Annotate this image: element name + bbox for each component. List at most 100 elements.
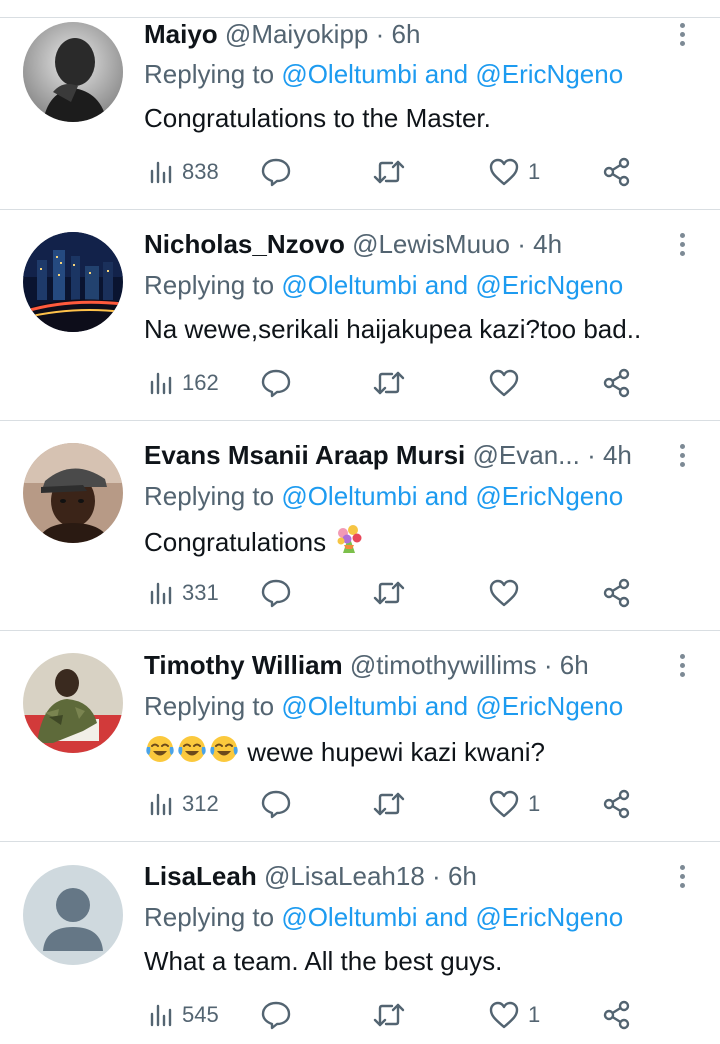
tweet-header: Evans Msanii Araap Mursi @Evan... · 4h — [144, 438, 660, 472]
reply-icon — [261, 579, 291, 608]
author-handle[interactable]: @LisaLeah18 — [264, 861, 425, 891]
retweet-button[interactable] — [372, 363, 406, 403]
views-button[interactable]: 545 — [148, 995, 219, 1035]
more-icon[interactable] — [670, 859, 694, 893]
action-bar: 838 1 — [144, 152, 664, 192]
reply-button[interactable] — [260, 152, 292, 192]
mention-link[interactable]: @Oleltumbi — [281, 902, 417, 932]
tears-of-joy-emoji-icon — [210, 736, 238, 762]
mention-link[interactable]: @EricNgeno — [475, 902, 623, 932]
share-button[interactable] — [602, 573, 632, 613]
author-name[interactable]: Nicholas_Nzovo — [144, 229, 345, 259]
author-name[interactable]: Maiyo — [144, 19, 218, 49]
author-handle[interactable]: @Maiyokipp — [225, 19, 368, 49]
share-button[interactable] — [602, 152, 632, 192]
retweet-button[interactable] — [372, 784, 406, 824]
reply-button[interactable] — [260, 995, 292, 1035]
action-bar: 312 1 — [144, 784, 664, 824]
share-icon — [603, 1000, 630, 1030]
more-icon[interactable] — [670, 227, 694, 261]
reply-tweet[interactable]: Evans Msanii Araap Mursi @Evan... · 4h R… — [0, 421, 720, 631]
author-handle[interactable]: @timothywillims — [350, 650, 537, 680]
author-name[interactable]: LisaLeah — [144, 861, 257, 891]
more-icon[interactable] — [670, 438, 694, 472]
mention-link[interactable]: @Oleltumbi — [281, 59, 417, 89]
avatar[interactable] — [23, 443, 123, 543]
views-button[interactable]: 162 — [148, 363, 219, 403]
mention-link[interactable]: @EricNgeno — [475, 481, 623, 511]
retweet-button[interactable] — [372, 152, 406, 192]
timestamp[interactable]: 4h — [603, 440, 632, 470]
avatar[interactable] — [23, 22, 123, 122]
views-button[interactable]: 838 — [148, 152, 219, 192]
share-button[interactable] — [602, 784, 632, 824]
like-count: 1 — [528, 791, 541, 816]
retweet-icon — [373, 792, 405, 816]
mention-separator: and — [424, 481, 469, 511]
mention-link[interactable]: @Oleltumbi — [281, 270, 417, 300]
author-name[interactable]: Timothy William — [144, 650, 343, 680]
replying-to-label: Replying to — [144, 481, 275, 511]
reply-tweet[interactable]: Maiyo @Maiyokipp · 6h Replying to @Olelt… — [0, 0, 720, 210]
reply-icon — [261, 1001, 291, 1030]
avatar[interactable] — [23, 865, 123, 965]
more-icon[interactable] — [670, 648, 694, 682]
replying-to-label: Replying to — [144, 270, 275, 300]
mention-separator: and — [424, 270, 469, 300]
timestamp[interactable]: 4h — [533, 229, 562, 259]
timestamp[interactable]: 6h — [448, 861, 477, 891]
mention-link[interactable]: @EricNgeno — [475, 270, 623, 300]
separator-dot: · — [375, 19, 385, 49]
reply-button[interactable] — [260, 784, 292, 824]
tears-of-joy-emoji-icon — [178, 736, 206, 762]
reply-tweet[interactable]: LisaLeah @LisaLeah18 · 6h Replying to @O… — [0, 842, 720, 1044]
avatar[interactable] — [23, 232, 123, 332]
share-button[interactable] — [602, 363, 632, 403]
separator-dot: · — [587, 440, 596, 470]
bouquet-emoji-icon — [337, 525, 362, 553]
like-button[interactable]: 1 — [488, 152, 540, 192]
views-button[interactable]: 331 — [148, 573, 219, 613]
tweet-header: Maiyo @Maiyokipp · 6h — [144, 17, 660, 51]
tweet-text: What a team. All the best guys. — [144, 946, 503, 976]
like-button[interactable]: 1 — [488, 784, 540, 824]
views-count: 545 — [182, 1002, 219, 1027]
reply-tweet[interactable]: Timothy William @timothywillims · 6h Rep… — [0, 631, 720, 842]
reply-icon — [261, 369, 291, 398]
views-count: 312 — [182, 791, 219, 816]
tweet-header: Timothy William @timothywillims · 6h — [144, 648, 660, 682]
like-button[interactable] — [488, 363, 528, 403]
like-icon — [489, 579, 519, 607]
mention-link[interactable]: @Oleltumbi — [281, 691, 417, 721]
author-handle[interactable]: @LewisMuuo — [352, 229, 510, 259]
share-icon — [603, 157, 630, 187]
avatar[interactable] — [23, 653, 123, 753]
views-button[interactable]: 312 — [148, 784, 219, 824]
replying-to-label: Replying to — [144, 691, 275, 721]
action-bar: 331 — [144, 573, 664, 613]
like-button[interactable]: 1 — [488, 995, 540, 1035]
timestamp[interactable]: 6h — [392, 19, 421, 49]
retweet-icon — [373, 160, 405, 184]
reply-button[interactable] — [260, 363, 292, 403]
mention-link[interactable]: @EricNgeno — [475, 59, 623, 89]
reply-button[interactable] — [260, 573, 292, 613]
author-handle[interactable]: @Evan... — [473, 440, 580, 470]
separator-dot: · — [432, 861, 441, 891]
reply-tweet[interactable]: Nicholas_Nzovo @LewisMuuo · 4h Replying … — [0, 210, 720, 421]
mention-link[interactable]: @Oleltumbi — [281, 481, 417, 511]
author-name[interactable]: Evans Msanii Araap Mursi — [144, 440, 465, 470]
retweet-button[interactable] — [372, 573, 406, 613]
replies-feed: Maiyo @Maiyokipp · 6h Replying to @Olelt… — [0, 0, 720, 1044]
retweet-button[interactable] — [372, 995, 406, 1035]
like-button[interactable] — [488, 573, 528, 613]
views-icon — [150, 582, 172, 605]
views-count: 162 — [182, 370, 219, 395]
more-icon[interactable] — [670, 17, 694, 51]
mention-link[interactable]: @EricNgeno — [475, 691, 623, 721]
like-icon — [489, 369, 519, 397]
timestamp[interactable]: 6h — [560, 650, 589, 680]
share-button[interactable] — [602, 995, 632, 1035]
tweet-text: Congratulations to the Master. — [144, 103, 491, 133]
separator-dot: · — [543, 650, 553, 680]
